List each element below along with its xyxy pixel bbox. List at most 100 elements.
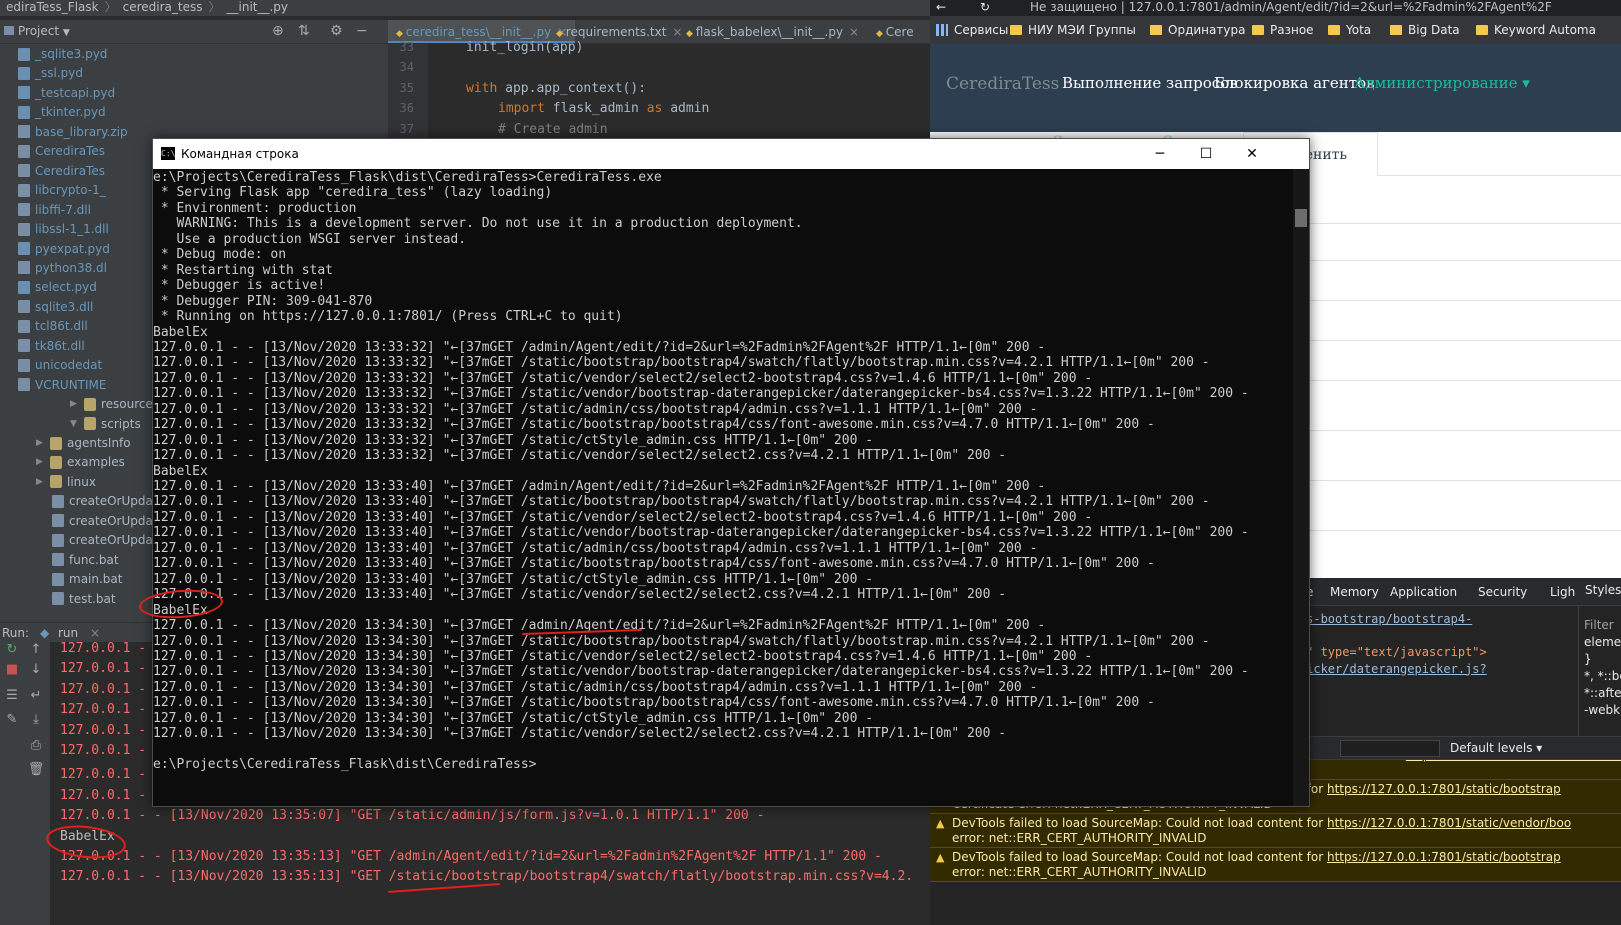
gear-icon[interactable]: ⚙ bbox=[330, 23, 343, 39]
folder-icon bbox=[1328, 25, 1340, 35]
tree-item[interactable]: base_library.zip bbox=[18, 122, 128, 142]
file-icon bbox=[18, 242, 30, 255]
tree-item[interactable]: CerediraTes bbox=[18, 161, 105, 181]
warning-url[interactable]: https://127.0.0.1:7801/static/vendor/boo bbox=[1327, 816, 1571, 830]
tree-item[interactable]: unicodedat bbox=[18, 355, 102, 375]
expand-arrow-icon[interactable]: ▶ bbox=[36, 452, 46, 472]
devtools-tab[interactable]: Memory bbox=[1330, 585, 1379, 599]
tree-item[interactable]: createOrUpdate bbox=[52, 530, 165, 550]
scroll-down-icon[interactable]: ↓ bbox=[26, 662, 46, 680]
tree-item[interactable]: libffi-7.dll bbox=[18, 200, 91, 220]
close-button[interactable]: ✕ bbox=[1229, 139, 1275, 169]
tree-item[interactable]: ▶ resources bbox=[70, 394, 159, 414]
editor-tab-label: requirements.txt bbox=[565, 25, 667, 39]
styles-tab[interactable]: Styles bbox=[1585, 583, 1621, 597]
cmd-line: 127.0.0.1 - - [13/Nov/2020 13:34:30] "←[… bbox=[153, 726, 1007, 742]
close-tab-icon[interactable]: × bbox=[849, 25, 859, 39]
expand-arrow-icon[interactable]: ▶ bbox=[70, 394, 80, 414]
bookmark-item[interactable]: Yota bbox=[1328, 23, 1371, 37]
tree-item[interactable]: ▼ scripts bbox=[70, 414, 141, 434]
rerun-icon[interactable]: ↻ bbox=[2, 642, 22, 660]
nav-link[interactable]: Выполнение запросов bbox=[1062, 74, 1238, 92]
locate-icon[interactable]: ⊕ bbox=[272, 23, 284, 39]
scrollbar-thumb[interactable] bbox=[1295, 209, 1307, 227]
nav-link[interactable]: Администрирование ▾ bbox=[1354, 74, 1530, 92]
devtools-tab[interactable]: Ligh bbox=[1550, 585, 1575, 599]
tree-item[interactable]: pyexpat.pyd bbox=[18, 239, 110, 259]
nav-link[interactable]: Блокировка агентов bbox=[1214, 74, 1375, 92]
maximize-button[interactable]: ☐ bbox=[1183, 139, 1229, 169]
tree-item[interactable]: libssl-1_1.dll bbox=[18, 219, 109, 239]
tree-item[interactable]: createOrUpdate bbox=[52, 491, 165, 511]
tree-item[interactable]: createOrUpdate bbox=[52, 511, 165, 531]
tree-item[interactable]: _testcapi.pyd bbox=[18, 83, 115, 103]
file-icon bbox=[52, 572, 64, 586]
console-filter-input[interactable] bbox=[1340, 740, 1440, 757]
keyword: with bbox=[466, 80, 498, 96]
close-icon[interactable]: × bbox=[90, 626, 100, 640]
collapse-icon[interactable]: ⇅ bbox=[298, 23, 310, 39]
tree-item[interactable]: libcrypto-1_ bbox=[18, 180, 106, 200]
soft-wrap-icon[interactable]: ↵ bbox=[26, 688, 46, 706]
warning-url[interactable]: https://127.0.0.1:7801/static/bootstrap bbox=[1406, 760, 1621, 762]
stop-icon[interactable]: ■ bbox=[2, 662, 22, 680]
devtools-styles[interactable]: Filterelement.}*, *::be*::after-webk bbox=[1578, 606, 1621, 736]
tree-item[interactable]: test.bat bbox=[52, 589, 116, 609]
hide-icon[interactable]: − bbox=[356, 23, 368, 39]
tree-item[interactable]: _tkinter.pyd bbox=[18, 102, 106, 122]
tree-item[interactable]: _sqlite3.pyd bbox=[18, 44, 107, 64]
bookmark-item[interactable]: Ординатура bbox=[1150, 23, 1245, 37]
styles-line: -webk bbox=[1584, 703, 1621, 717]
editor-tab[interactable]: ◆ Cere bbox=[868, 20, 922, 43]
devtools-tab[interactable]: Security bbox=[1478, 585, 1527, 599]
trash-icon[interactable]: 🗑 bbox=[26, 762, 46, 780]
cmd-titlebar[interactable]: C:\ Командная строка ─ ☐ ✕ bbox=[153, 139, 1309, 169]
tree-item-label: CerediraTes bbox=[35, 163, 105, 178]
log-levels-dropdown[interactable]: Default levels ▾ bbox=[1450, 741, 1542, 755]
tree-item[interactable]: ▶ examples bbox=[36, 452, 125, 472]
warning-url[interactable]: https://127.0.0.1:7801/static/bootstrap bbox=[1327, 782, 1561, 796]
tree-item[interactable]: CerediraTes bbox=[18, 141, 105, 161]
tree-item[interactable]: tcl86t.dll bbox=[18, 316, 88, 336]
scroll-end-icon[interactable]: ⤓ bbox=[26, 712, 46, 730]
breadcrumb-item[interactable]: __init__.py bbox=[221, 0, 295, 14]
tree-item[interactable]: main.bat bbox=[52, 569, 122, 589]
bookmark-item[interactable]: Разное bbox=[1252, 23, 1314, 37]
run-tab[interactable]: run bbox=[58, 626, 78, 640]
tree-item[interactable]: ▶ agentsInfo bbox=[36, 433, 131, 453]
back-icon[interactable]: ← bbox=[936, 0, 946, 14]
tree-item[interactable]: ▶ linux bbox=[36, 472, 96, 492]
breadcrumb-item[interactable]: ceredira_tess bbox=[117, 0, 209, 14]
cmd-line: 127.0.0.1 - - [13/Nov/2020 13:34:30] "←[… bbox=[153, 695, 1155, 711]
tree-item[interactable]: tk86t.dll bbox=[18, 336, 85, 356]
tree-item[interactable]: _ssl.pyd bbox=[18, 63, 83, 83]
address-text[interactable]: Не защищено | 127.0.0.1:7801/admin/Agent… bbox=[1030, 0, 1552, 14]
expand-arrow-icon[interactable]: ▶ bbox=[36, 472, 46, 492]
warning-url[interactable]: https://127.0.0.1:7801/static/bootstrap bbox=[1327, 850, 1561, 864]
tree-item[interactable]: sqlite3.dll bbox=[18, 297, 93, 317]
minimize-button[interactable]: ─ bbox=[1137, 139, 1183, 169]
layout-icon[interactable]: ☰ bbox=[2, 688, 22, 706]
scroll-up-icon[interactable]: ↑ bbox=[26, 642, 46, 660]
cmd-scrollbar[interactable] bbox=[1293, 169, 1309, 806]
bookmark-item[interactable]: Keyword Automa bbox=[1476, 23, 1596, 37]
project-panel-title[interactable]: Project ▼ bbox=[4, 24, 70, 38]
tree-item[interactable]: func.bat bbox=[52, 550, 119, 570]
tree-item[interactable]: VCRUNTIME bbox=[18, 375, 107, 395]
tree-item[interactable]: python38.dl bbox=[18, 258, 107, 278]
expand-arrow-icon[interactable]: ▼ bbox=[70, 414, 80, 434]
bookmark-item[interactable]: НИУ МЭИ Группы bbox=[1010, 23, 1136, 37]
reload-icon[interactable]: ↻ bbox=[980, 0, 990, 14]
expand-arrow-icon[interactable]: ▶ bbox=[36, 433, 46, 453]
devtools-tab[interactable]: Application bbox=[1390, 585, 1457, 599]
bookmark-item[interactable]: Big Data bbox=[1390, 23, 1460, 37]
bookmark-item[interactable]: Сервисы bbox=[936, 23, 1008, 37]
address-bar[interactable]: ← ↻ Не защищено | 127.0.0.1:7801/admin/A… bbox=[930, 0, 1621, 16]
print-icon[interactable]: ⎙ bbox=[26, 738, 46, 756]
tree-item[interactable]: select.pyd bbox=[18, 277, 97, 297]
cmd-output[interactable]: e:\Projects\CerediraTess_Flask\dist\Cere… bbox=[153, 169, 1293, 806]
site-brand[interactable]: CerediraTess bbox=[946, 74, 1059, 94]
editor-tab[interactable]: ◆ flask_babelex\__init__.py × bbox=[678, 20, 867, 43]
breadcrumb-item[interactable]: edirаTess_Flask bbox=[0, 0, 105, 14]
pin-icon[interactable]: ✎ bbox=[2, 712, 22, 730]
